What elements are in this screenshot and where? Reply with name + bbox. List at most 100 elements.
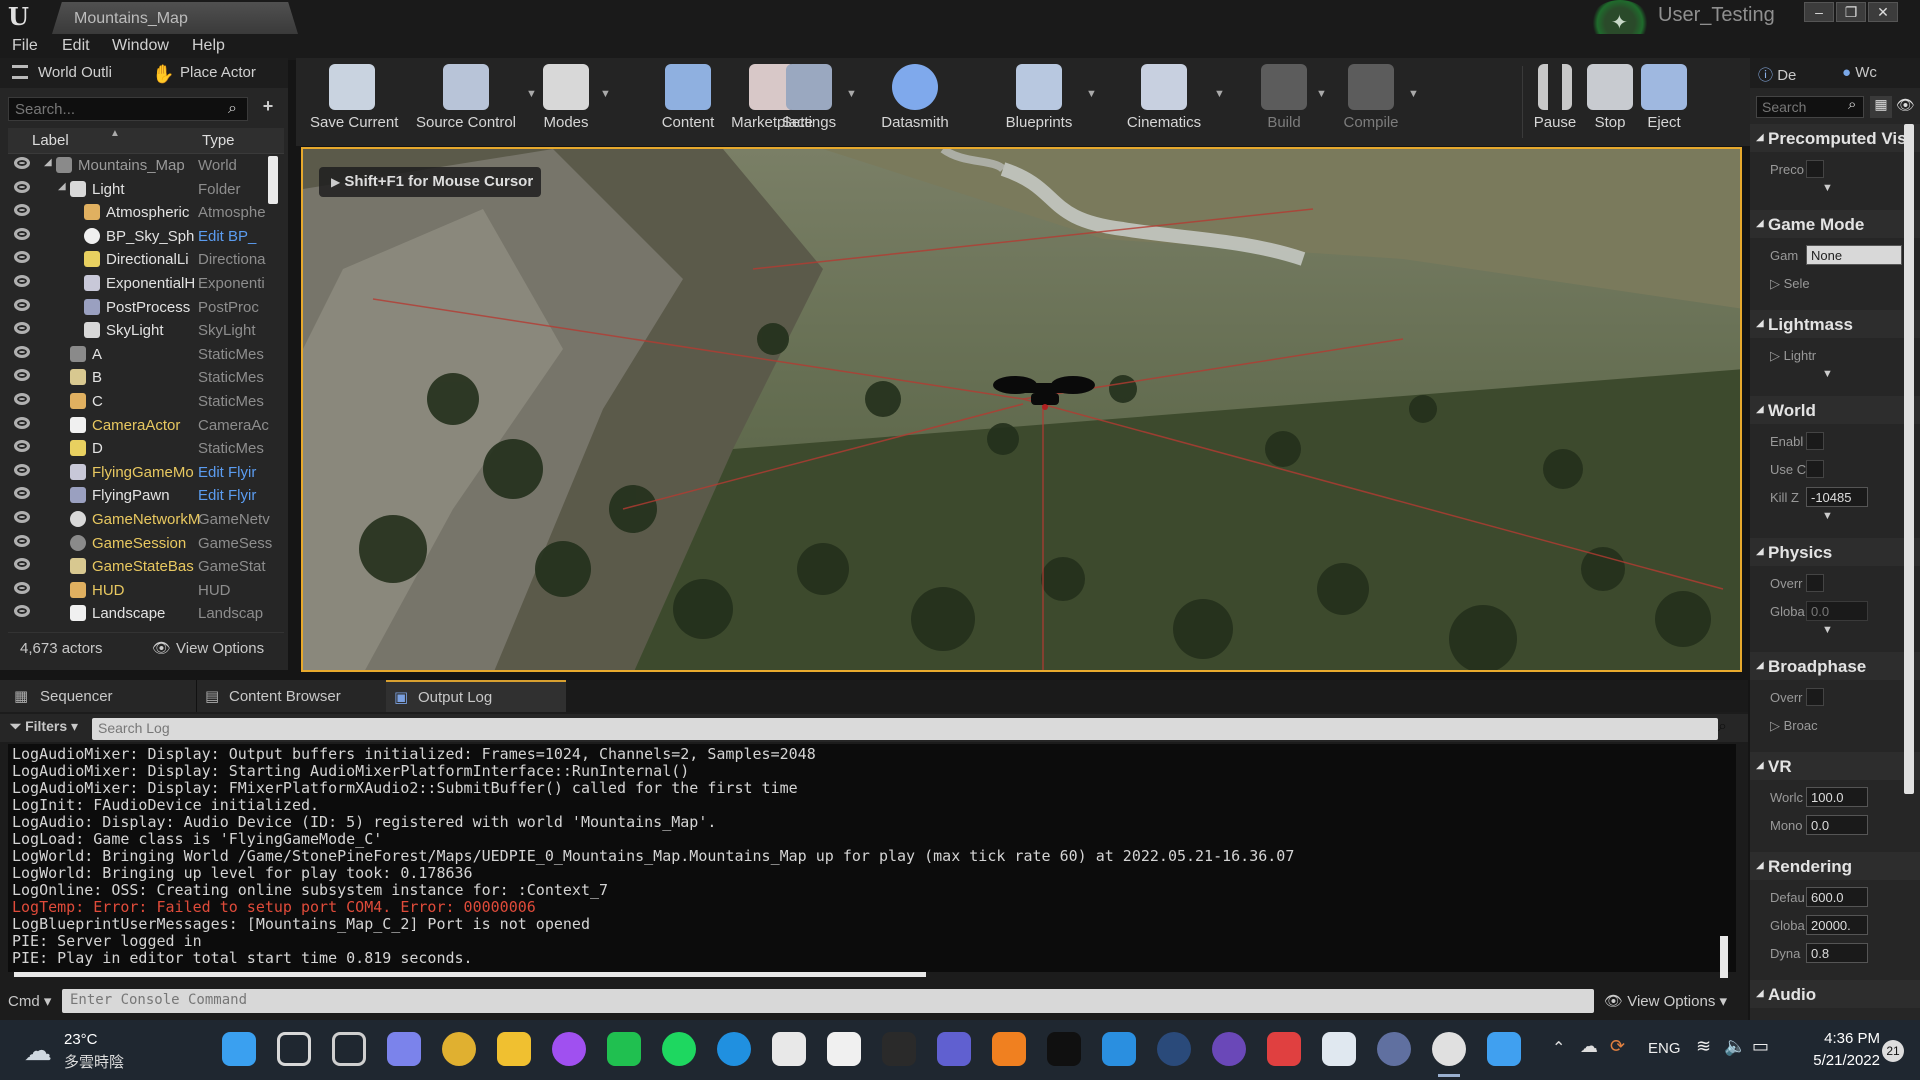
line-icon[interactable] <box>607 1032 641 1066</box>
unreal-engine-icon[interactable] <box>1432 1032 1466 1066</box>
property-value-field[interactable]: 0.0 <box>1806 815 1868 835</box>
outliner-row[interactable]: BP_Sky_Sph Edit BP_ <box>8 225 280 248</box>
outliner-row[interactable]: ◢ Mountains_Map World <box>8 154 280 177</box>
menu-edit[interactable]: Edit <box>62 37 90 55</box>
visibility-eye-icon[interactable] <box>14 605 30 618</box>
dropdown-arrow-icon[interactable]: ▼ <box>1316 88 1327 100</box>
details-scrollbar[interactable] <box>1904 124 1914 794</box>
details-section-header[interactable]: ◢ Audio <box>1750 980 1920 1008</box>
outliner-row[interactable]: PostProcess PostProc <box>8 296 280 319</box>
details-section-header[interactable]: ◢ Lightmass <box>1750 310 1920 338</box>
pause-button[interactable]: Pause <box>1528 58 1582 146</box>
chrome-icon[interactable] <box>442 1032 476 1066</box>
add-folder-icon[interactable]: + <box>256 96 280 120</box>
visibility-eye-icon[interactable] <box>14 345 30 358</box>
volume-icon[interactable]: 🔈 <box>1724 1036 1746 1057</box>
cinematics-button[interactable]: Cinematics <box>1116 58 1212 146</box>
git-icon[interactable] <box>1267 1032 1301 1066</box>
oculus-icon[interactable] <box>827 1032 861 1066</box>
notepad-icon[interactable] <box>1322 1032 1356 1066</box>
blueprints-button[interactable]: Blueprints <box>994 58 1084 146</box>
task-view-icon[interactable] <box>332 1032 366 1066</box>
property-label[interactable]: ▷ Sele <box>1770 276 1810 292</box>
property-checkbox[interactable] <box>1806 688 1824 706</box>
log-search-input[interactable]: Search Log <box>92 718 1718 740</box>
visibility-eye-icon[interactable] <box>14 369 30 382</box>
outliner-row[interactable]: B StaticMes <box>8 366 280 389</box>
teams-chat-icon[interactable] <box>387 1032 421 1066</box>
grid-view-icon[interactable]: ▦ <box>1870 96 1892 118</box>
menu-help[interactable]: Help <box>192 37 225 55</box>
dropdown-arrow-icon[interactable]: ▼ <box>1214 88 1225 100</box>
settings-button[interactable]: Settings <box>774 58 844 146</box>
visibility-eye-icon[interactable] <box>14 322 30 335</box>
show-advanced-icon[interactable]: ▼ <box>1822 510 1833 522</box>
close-button[interactable]: ✕ <box>1868 2 1898 22</box>
edit-blueprint-link[interactable]: Edit BP_ <box>198 228 278 245</box>
dropdown-arrow-icon[interactable]: ▼ <box>1408 88 1419 100</box>
visibility-eye-icon[interactable] <box>14 393 30 405</box>
console-view-options[interactable]: 👁 View Options ▾ <box>1604 992 1727 1010</box>
outliner-row[interactable]: C StaticMes <box>8 390 280 413</box>
battery-icon[interactable]: ▭ <box>1752 1036 1769 1057</box>
github-icon[interactable] <box>1212 1032 1246 1066</box>
visibility-eye-icon[interactable] <box>14 440 30 453</box>
menu-window[interactable]: Window <box>112 37 169 55</box>
outliner-row[interactable]: GameStateBas GameStat <box>8 555 280 578</box>
epic-games-icon[interactable] <box>882 1032 916 1066</box>
column-type[interactable]: Type <box>202 132 235 149</box>
log-vertical-scrollbar[interactable] <box>1720 936 1728 978</box>
visibility-eye-icon[interactable] <box>14 157 30 169</box>
stop-button[interactable]: Stop <box>1586 58 1634 146</box>
spotify-icon[interactable] <box>662 1032 696 1066</box>
outliner-row[interactable]: ExponentialH Exponenti <box>8 272 280 295</box>
tab-details[interactable]: ⓘ De <box>1758 64 1796 85</box>
chevron-up-icon[interactable]: ⌃ <box>1552 1038 1565 1058</box>
visibility-eye-icon[interactable] <box>14 416 30 429</box>
dropdown-arrow-icon[interactable]: ▼ <box>1086 88 1097 100</box>
property-value-field[interactable]: -10485 <box>1806 487 1868 507</box>
vscode-icon[interactable] <box>1102 1032 1136 1066</box>
property-value-field[interactable]: 0.8 <box>1806 943 1868 963</box>
details-section-header[interactable]: ◢ Broadphase <box>1750 652 1920 680</box>
visibility-eye-icon[interactable] <box>14 511 30 523</box>
details-section-header[interactable]: ◢ Game Mode <box>1750 210 1920 238</box>
property-value-field[interactable]: 100.0 <box>1806 787 1868 807</box>
visibility-eye-icon[interactable] <box>14 487 30 500</box>
filters-button[interactable]: ⏷ Filters ▾ <box>10 718 78 735</box>
property-value-field[interactable]: 0.0 <box>1806 601 1868 621</box>
outliner-row[interactable]: DirectionalLi Directiona <box>8 248 280 271</box>
column-label[interactable]: Label <box>32 132 69 149</box>
home-icon[interactable] <box>1487 1032 1521 1066</box>
eye-icon[interactable]: 👁 <box>1896 96 1915 114</box>
clock-time[interactable]: 4:36 PM <box>1800 1030 1880 1047</box>
outliner-scrollbar[interactable] <box>268 156 278 204</box>
visibility-eye-icon[interactable] <box>14 180 30 193</box>
visibility-eye-icon[interactable] <box>14 463 30 476</box>
outliner-view-options[interactable]: View Options <box>176 640 264 657</box>
property-value-field[interactable]: 600.0 <box>1806 887 1868 907</box>
show-advanced-icon[interactable]: ▼ <box>1822 624 1833 636</box>
console-command-input[interactable]: Enter Console Command <box>62 989 1594 1013</box>
search-icon[interactable] <box>277 1032 311 1066</box>
property-checkbox[interactable] <box>1806 432 1824 450</box>
dropdown-arrow-icon[interactable]: ▼ <box>600 88 611 100</box>
minimize-button[interactable]: – <box>1804 2 1834 22</box>
property-checkbox[interactable] <box>1806 460 1824 478</box>
details-section-header[interactable]: ◢ Precomputed Vis <box>1750 124 1920 152</box>
outliner-row[interactable]: Landscape Landscap <box>8 602 280 625</box>
outliner-row[interactable]: Atmospheric Atmosphe <box>8 201 280 224</box>
expand-arrow-icon[interactable]: ◢ <box>58 181 66 192</box>
terminal-icon[interactable] <box>1047 1032 1081 1066</box>
property-checkbox[interactable] <box>1806 160 1824 178</box>
menu-file[interactable]: File <box>12 37 38 55</box>
steam-icon[interactable] <box>1157 1032 1191 1066</box>
visibility-eye-icon[interactable] <box>14 227 30 240</box>
outliner-row[interactable]: FlyingPawn Edit Flyir <box>8 484 280 507</box>
eject-button[interactable]: Eject <box>1638 58 1690 146</box>
cmd-selector[interactable]: Cmd ▾ <box>8 992 51 1010</box>
visibility-eye-icon[interactable] <box>14 204 30 217</box>
sublime-icon[interactable] <box>992 1032 1026 1066</box>
tab-world-settings[interactable]: ● Wc <box>1842 64 1877 81</box>
game-mode-select[interactable]: None <box>1806 245 1902 265</box>
